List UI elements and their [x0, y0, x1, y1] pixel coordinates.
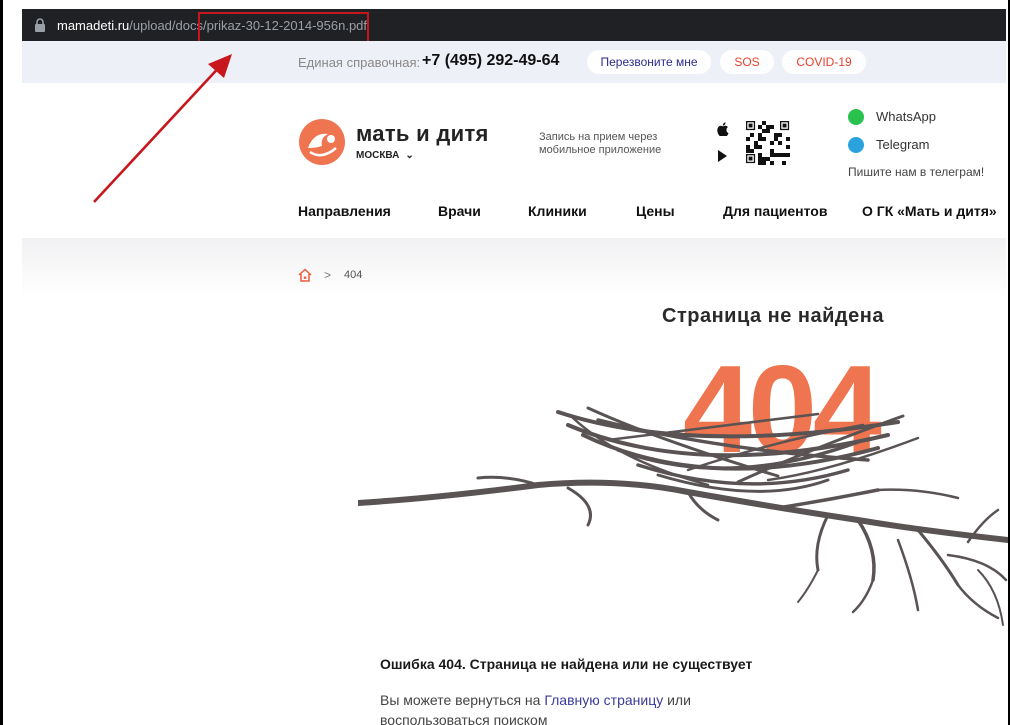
apple-icon[interactable] [717, 122, 729, 136]
page-title: Страница не найдена [662, 305, 884, 327]
telegram-label: Telegram [876, 137, 930, 152]
frame-border-left [0, 0, 3, 725]
home-icon[interactable] [298, 268, 312, 282]
home-page-link[interactable]: Главную страницу [544, 692, 663, 708]
nest-branch-illustration [358, 406, 1008, 626]
qr-code [746, 121, 790, 165]
whatsapp-icon [848, 109, 864, 125]
city-label: МОСКВА [356, 150, 400, 161]
nav-about[interactable]: О ГК «Мать и дитя» [862, 203, 997, 219]
nav-clinics[interactable]: Клиники [528, 203, 587, 219]
chevron-down-icon: ⌄ [405, 150, 414, 161]
nav-doctors[interactable]: Врачи [438, 203, 481, 219]
whatsapp-label: WhatsApp [876, 109, 936, 124]
nav-for-patients[interactable]: Для пациентов [723, 203, 827, 219]
annotation-arrow [93, 54, 232, 203]
error-text-before: Вы можете вернуться на [380, 692, 545, 708]
brand-name[interactable]: мать и дитя [356, 121, 489, 147]
phone-number[interactable]: +7 (495) 292-49-64 [422, 52, 559, 70]
telegram-note: Пишите нам в телеграм! [848, 165, 985, 179]
nav-directions[interactable]: Направления [298, 203, 391, 219]
url-host: mamadeti.ru [57, 18, 130, 33]
city-selector[interactable]: МОСКВА ⌄ [356, 150, 414, 161]
logo-icon[interactable] [298, 118, 346, 166]
google-play-icon[interactable] [717, 150, 728, 162]
error-description: Вы можете вернуться на Главную страницу … [380, 690, 760, 725]
reference-label: Единая справочная: [298, 55, 421, 70]
error-title: Ошибка 404. Страница не найдена или не с… [380, 656, 753, 672]
app-promo-text: Запись на прием через мобильное приложен… [539, 131, 662, 156]
nav-prices[interactable]: Цены [636, 203, 675, 219]
lock-icon [35, 18, 45, 32]
browser-address-bar[interactable]: mamadeti.ru/upload/docs/prikaz-30-12-201… [22, 9, 1006, 41]
covid-button[interactable]: COVID-19 [782, 50, 866, 74]
breadcrumb-separator: > [324, 268, 332, 282]
breadcrumb-current: 404 [344, 269, 363, 281]
telegram-icon [848, 137, 864, 153]
breadcrumb-band [22, 238, 1006, 298]
sos-button[interactable]: SOS [720, 50, 774, 74]
callback-button[interactable]: Перезвоните мне [587, 50, 711, 74]
